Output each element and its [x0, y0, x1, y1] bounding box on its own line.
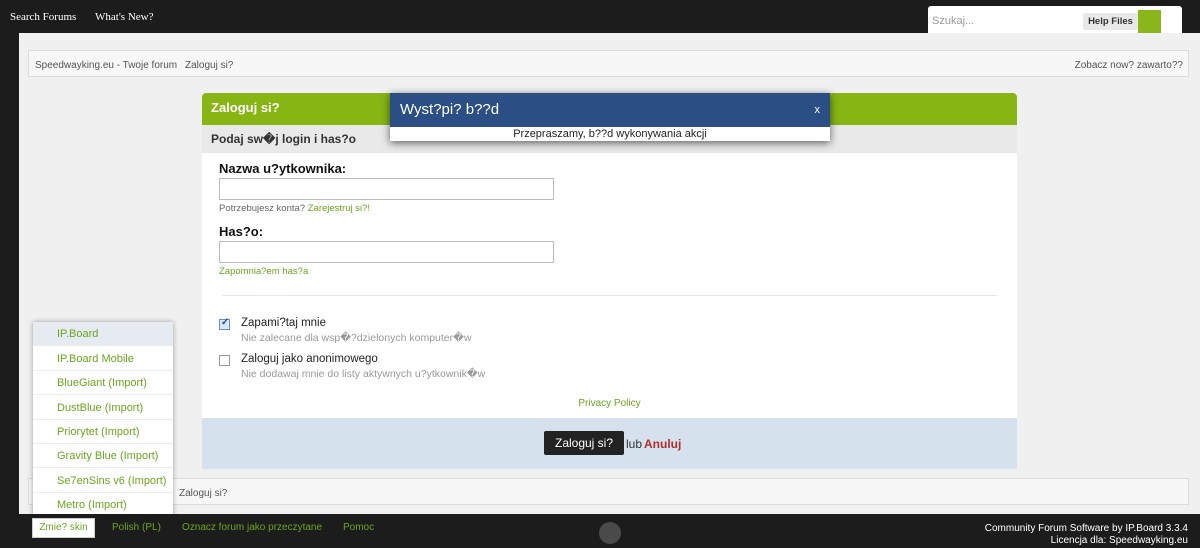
register-link[interactable]: Zarejestruj si?!	[308, 203, 370, 214]
register-hint: Potrzebujesz konta? Zarejestruj si?!	[219, 203, 370, 214]
password-input[interactable]	[219, 241, 554, 263]
footer-credit: Community Forum Software by IP.Board 3.3…	[984, 523, 1188, 534]
view-new-content-link[interactable]: Zobacz now? zawarto??	[1075, 60, 1183, 71]
register-prompt: Potrzebujesz konta?	[219, 203, 306, 214]
bottom-breadcrumb: Zaloguj si?	[28, 478, 1189, 505]
skin-item-dustblue[interactable]: DustBlue (Import)	[33, 396, 173, 420]
breadcrumb-current[interactable]: Zaloguj si?	[185, 60, 233, 71]
check-icon: ✓	[221, 317, 230, 328]
forgot-password-link[interactable]: Zapomnia?em has?a	[219, 266, 308, 277]
password-label: Has?o:	[219, 224, 264, 239]
skin-menu: IP.Board IP.Board Mobile BlueGiant (Impo…	[33, 322, 173, 518]
username-label: Nazwa u?ytkownika:	[219, 161, 347, 176]
anonymous-hint: Nie dodawaj mnie do listy aktywnych u?yt…	[241, 368, 486, 380]
remember-me-hint: Nie zalecane dla wsp�?dzielonych kompute…	[241, 332, 472, 344]
skin-item-priorytet[interactable]: Priorytet (Import)	[33, 420, 173, 444]
error-dialog: Wyst?pi? b??d x Przepraszamy, b??d wykon…	[390, 93, 830, 141]
nav-whats-new[interactable]: What's New?	[95, 11, 154, 23]
divider	[222, 295, 997, 296]
error-dialog-title: Wyst?pi? b??d	[390, 93, 830, 127]
bottom-breadcrumb-current[interactable]: Zaloguj si?	[179, 488, 227, 499]
skin-item-gravity-blue[interactable]: Gravity Blue (Import)	[33, 444, 173, 468]
scroll-top-icon[interactable]	[599, 522, 621, 544]
search-submit-button[interactable]	[1138, 10, 1161, 33]
skin-item-ipboard[interactable]: IP.Board	[33, 322, 173, 346]
search-input[interactable]	[932, 12, 1072, 30]
username-input[interactable]	[219, 178, 554, 200]
remember-me-checkbox[interactable]: ✓	[219, 317, 230, 330]
anonymous-checkbox[interactable]	[219, 355, 230, 366]
login-actions: Zaloguj si? lub Anuluj	[202, 418, 1017, 469]
login-panel: Zaloguj si? Podaj sw�j login i has?o Naz…	[202, 93, 1017, 469]
anonymous-label: Zaloguj jako anonimowego	[241, 353, 378, 365]
language-link[interactable]: Polish (PL)	[112, 522, 161, 533]
or-text: lub	[626, 437, 643, 451]
privacy-policy-link[interactable]: Privacy Policy	[202, 398, 1017, 409]
mark-read-link[interactable]: Oznacz forum jako przeczytane	[182, 522, 322, 533]
cancel-link[interactable]: Anuluj	[644, 437, 681, 451]
skin-item-se7ensins[interactable]: Se7enSins v6 (Import)	[33, 469, 173, 493]
footer-license: Licencja dla: Speedwayking.eu	[1050, 535, 1188, 546]
remember-me-label: Zapami?taj mnie	[241, 317, 327, 329]
error-dialog-message: Przepraszamy, b??d wykonywania akcji	[390, 127, 830, 141]
skin-item-ipboard-mobile[interactable]: IP.Board Mobile	[33, 347, 173, 371]
breadcrumb-home[interactable]: Speedwayking.eu - Twoje forum	[35, 60, 177, 71]
skin-item-bluegiant[interactable]: BlueGiant (Import)	[33, 371, 173, 395]
help-files-button[interactable]: Help Files	[1083, 13, 1138, 30]
login-submit-button[interactable]: Zaloguj si?	[544, 431, 624, 455]
close-icon[interactable]: x	[815, 93, 821, 127]
help-link[interactable]: Pomoc	[343, 522, 374, 533]
breadcrumb: Speedwayking.eu - Twoje forum Zaloguj si…	[28, 50, 1189, 77]
nav-search-forums[interactable]: Search Forums	[10, 11, 76, 23]
change-skin-button[interactable]: Zmie? skin	[32, 518, 95, 538]
